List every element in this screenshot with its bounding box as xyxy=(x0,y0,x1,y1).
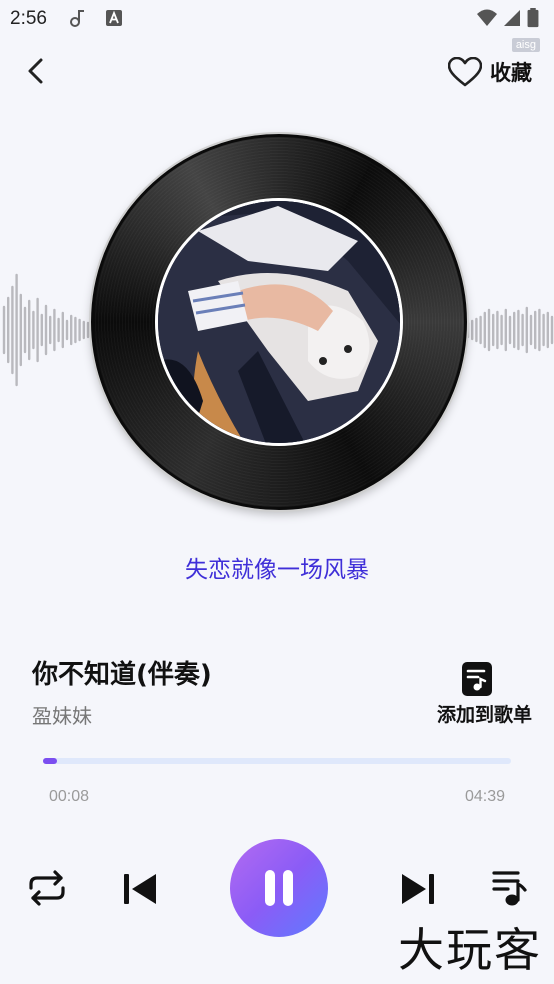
pause-icon xyxy=(265,870,293,906)
repeat-button[interactable] xyxy=(26,868,68,908)
favorite-button[interactable]: 收藏 xyxy=(448,54,532,90)
watermark: 大玩客 xyxy=(398,923,542,977)
next-button[interactable] xyxy=(400,871,436,907)
current-lyric: 失恋就像一场风暴 xyxy=(185,557,369,583)
back-button[interactable] xyxy=(22,56,52,86)
heart-icon xyxy=(448,57,482,87)
song-title: 你不知道(伴奏) xyxy=(32,660,212,690)
waveform-right xyxy=(466,306,554,354)
progress-fill xyxy=(43,758,58,764)
album-cover xyxy=(155,198,403,446)
wifi-icon xyxy=(477,9,497,26)
music-note-icon xyxy=(70,10,84,27)
total-time: 04:39 xyxy=(464,788,505,805)
previous-button[interactable] xyxy=(122,871,158,907)
previous-icon xyxy=(124,874,156,904)
status-time: 2:56 xyxy=(10,8,47,29)
album-cover-image xyxy=(158,201,400,443)
signal-icon xyxy=(504,10,520,26)
next-icon xyxy=(402,874,434,904)
status-bar: 2:56 aisg xyxy=(0,0,554,52)
status-badge: aisg xyxy=(511,38,540,52)
add-to-playlist-button[interactable]: 添加到歌单 xyxy=(422,660,532,730)
app-a-icon xyxy=(106,10,122,26)
playlist-icon xyxy=(492,871,527,906)
song-artist[interactable]: 盈妹妹 xyxy=(32,700,92,729)
playlist-button[interactable] xyxy=(492,869,528,909)
add-to-playlist-label: 添加到歌单 xyxy=(436,704,532,726)
waveform-left xyxy=(2,273,90,387)
current-time: 00:08 xyxy=(49,788,90,805)
progress-bar[interactable] xyxy=(43,758,511,764)
vinyl-record[interactable] xyxy=(91,134,467,510)
battery-icon xyxy=(527,8,539,28)
favorite-label: 收藏 xyxy=(490,61,532,85)
playlist-add-icon xyxy=(462,662,492,696)
repeat-icon xyxy=(29,870,65,906)
pause-button[interactable] xyxy=(230,839,328,937)
